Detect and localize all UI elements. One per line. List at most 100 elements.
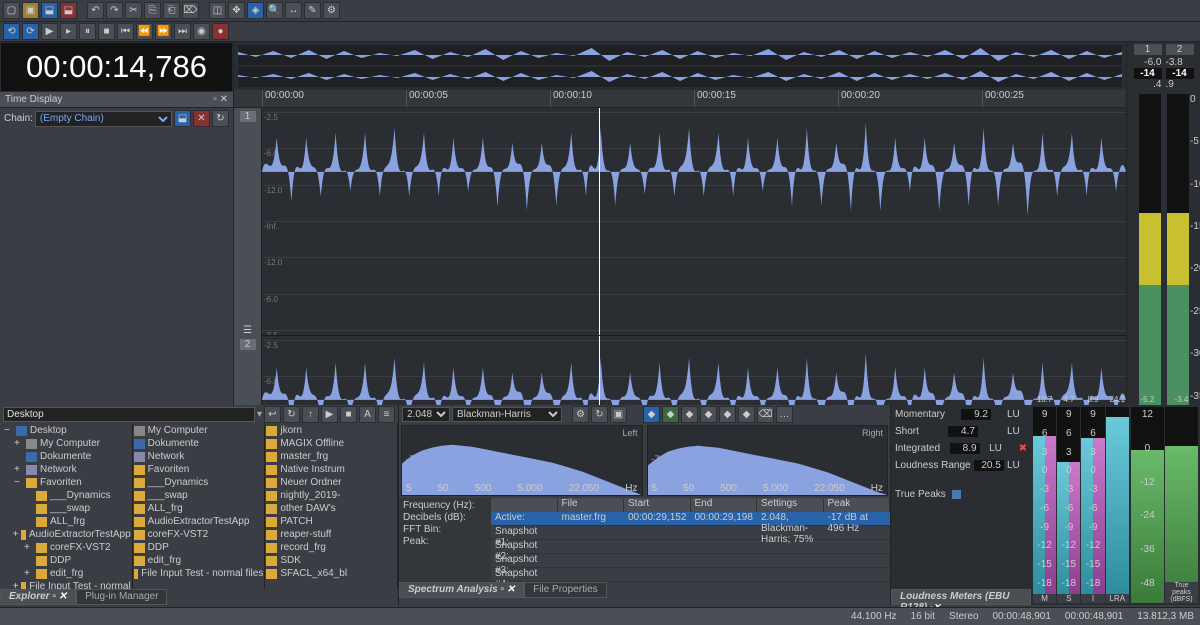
- explorer-item[interactable]: ___swap: [134, 489, 264, 502]
- spec-opts-icon[interactable]: ⚙: [572, 406, 589, 423]
- explorer-item[interactable]: edit_frg: [134, 554, 264, 567]
- s2-icon[interactable]: ◆: [662, 406, 679, 423]
- tab-plugin-mgr[interactable]: Plug-in Manager: [76, 589, 167, 605]
- up-icon[interactable]: ↑: [302, 406, 319, 423]
- new-icon[interactable]: ▢: [3, 2, 20, 19]
- explorer-item[interactable]: ___Dynamics: [134, 476, 264, 489]
- explorer-item[interactable]: nightly_2019-: [266, 489, 396, 502]
- edit-tool-icon[interactable]: ↔: [285, 2, 302, 19]
- ffwd-icon[interactable]: ⏩: [155, 23, 172, 40]
- explorer-item[interactable]: Network: [134, 450, 264, 463]
- delete-icon[interactable]: ⌦: [182, 2, 199, 19]
- spectrum-row[interactable]: Snapshot #1:: [491, 526, 890, 540]
- loop-a-icon[interactable]: ⟲: [3, 23, 20, 40]
- explorer-item[interactable]: master_frg: [266, 450, 396, 463]
- explorer-item[interactable]: reaper-stuff: [266, 528, 396, 541]
- chain-opts-icon[interactable]: ↻: [212, 110, 229, 127]
- save-icon[interactable]: ⬓: [41, 2, 58, 19]
- chain-delete-icon[interactable]: ✕: [193, 110, 210, 127]
- nav-back-icon[interactable]: ↩: [264, 406, 281, 423]
- track-body-1[interactable]: -2.5-6.0-12.0-Inf.-12.0-6.0-2.5: [262, 108, 1126, 336]
- explorer-item[interactable]: DDP: [1, 554, 131, 567]
- rewind-icon[interactable]: ⏪: [136, 23, 153, 40]
- erase-icon[interactable]: ⌫: [757, 406, 774, 423]
- explorer-item[interactable]: +My Computer: [1, 437, 131, 450]
- explorer-item[interactable]: ___swap: [1, 502, 131, 515]
- spectrum-right[interactable]: Right -76 dB -150 5505005.00022.050Hz: [647, 425, 889, 496]
- spectrum-row[interactable]: Snapshot #3:: [491, 554, 890, 568]
- tool-icon[interactable]: ✥: [228, 2, 245, 19]
- fft-size-select[interactable]: 2.048: [402, 407, 450, 422]
- record-icon[interactable]: ●: [212, 23, 229, 40]
- explorer-tree[interactable]: −Desktop+My Computer Dokumente+Network−F…: [0, 423, 133, 589]
- chain-save-icon[interactable]: ⬓: [174, 110, 191, 127]
- explorer-item[interactable]: File Input Test - normal files: [134, 567, 264, 580]
- s5-icon[interactable]: ◆: [719, 406, 736, 423]
- explorer-path[interactable]: [3, 407, 255, 422]
- close-icon[interactable]: ▫ ✕: [213, 94, 228, 105]
- view-icon[interactable]: ≡: [378, 406, 395, 423]
- explorer-item[interactable]: jkorn: [266, 424, 396, 437]
- refresh-icon[interactable]: ↻: [283, 406, 300, 423]
- snap-icon[interactable]: ◈: [247, 2, 264, 19]
- explorer-item[interactable]: −Favoriten: [1, 476, 131, 489]
- pause-icon[interactable]: ⏸: [79, 23, 96, 40]
- pencil-icon[interactable]: ✎: [304, 2, 321, 19]
- explorer-item[interactable]: +File Input Test - normal: [1, 580, 131, 589]
- explorer-item[interactable]: ALL_frg: [134, 502, 264, 515]
- cut-icon[interactable]: ✂: [125, 2, 142, 19]
- explorer-item[interactable]: Favoriten: [134, 463, 264, 476]
- explorer-item[interactable]: +Network: [1, 463, 131, 476]
- overview-pane[interactable]: [234, 42, 1126, 90]
- play-preview-icon[interactable]: ▶: [321, 406, 338, 423]
- spectrum-left[interactable]: Left -76 dB -150 5505005.00022.050Hz: [401, 425, 643, 496]
- chain-select[interactable]: (Empty Chain): [35, 111, 172, 127]
- explorer-item[interactable]: +coreFX-VST2: [1, 541, 131, 554]
- explorer-item[interactable]: −Desktop: [1, 424, 131, 437]
- skip-start-icon[interactable]: ⏮: [117, 23, 134, 40]
- redo-icon[interactable]: ↷: [106, 2, 123, 19]
- spectrum-row[interactable]: Active:master.frg00:00:29,15200:00:29,19…: [491, 512, 890, 526]
- open-icon[interactable]: ▣: [22, 2, 39, 19]
- explorer-item[interactable]: MAGIX Offline: [266, 437, 396, 450]
- undo-icon[interactable]: ↶: [87, 2, 104, 19]
- track-head-1[interactable]: 1☰: [234, 108, 262, 336]
- tab-spectrum[interactable]: Spectrum Analysis ▫ ✕: [399, 582, 524, 598]
- s1-icon[interactable]: ◆: [643, 406, 660, 423]
- explorer-item[interactable]: AudioExtractorTestApp: [134, 515, 264, 528]
- explorer-item[interactable]: Neuer Ordner: [266, 476, 396, 489]
- explorer-item[interactable]: +AudioExtractorTestApp: [1, 528, 131, 541]
- explorer-item[interactable]: Dokumente: [134, 437, 264, 450]
- rec-arm-icon[interactable]: ◉: [193, 23, 210, 40]
- explorer-item[interactable]: SDK: [266, 554, 396, 567]
- auto-icon[interactable]: A: [359, 406, 376, 423]
- explorer-list-1[interactable]: My ComputerDokumenteNetworkFavoriten___D…: [133, 423, 266, 589]
- s6-icon[interactable]: ◆: [738, 406, 755, 423]
- time-ruler[interactable]: 00:00:0000:00:0500:00:1000:00:1500:00:20…: [234, 90, 1126, 108]
- tab-explorer[interactable]: Explorer ▫ ✕: [0, 589, 76, 605]
- more-icon[interactable]: …: [776, 406, 793, 423]
- loop-b-icon[interactable]: ⟳: [22, 23, 39, 40]
- tab-file-props[interactable]: File Properties: [524, 582, 606, 598]
- tab-loudness[interactable]: Loudness Meters (EBU R128) ▫✕: [891, 589, 1031, 605]
- explorer-list-2[interactable]: jkornMAGIX Offlinemaster_frgNative Instr…: [265, 423, 398, 589]
- s3-icon[interactable]: ◆: [681, 406, 698, 423]
- explorer-item[interactable]: coreFX-VST2: [134, 528, 264, 541]
- trim-icon[interactable]: ◫: [209, 2, 226, 19]
- copy-icon[interactable]: ⎘: [144, 2, 161, 19]
- explorer-item[interactable]: ___Dynamics: [1, 489, 131, 502]
- explorer-item[interactable]: DDP: [134, 541, 264, 554]
- spectrum-row[interactable]: Snapshot #4:: [491, 568, 890, 582]
- settings-icon[interactable]: ⚙: [323, 2, 340, 19]
- spec-refresh-icon[interactable]: ↻: [591, 406, 608, 423]
- explorer-item[interactable]: ALL_frg: [1, 515, 131, 528]
- skip-end-icon[interactable]: ⏭: [174, 23, 191, 40]
- stop-icon[interactable]: ■: [98, 23, 115, 40]
- explorer-item[interactable]: other DAW's: [266, 502, 396, 515]
- spec-snapshot-icon[interactable]: ▣: [610, 406, 627, 423]
- explorer-item[interactable]: record_frg: [266, 541, 396, 554]
- explorer-item[interactable]: Dokumente: [1, 450, 131, 463]
- play-all-icon[interactable]: ▸: [60, 23, 77, 40]
- window-select[interactable]: Blackman-Harris: [452, 407, 562, 422]
- explorer-item[interactable]: +edit_frg: [1, 567, 131, 580]
